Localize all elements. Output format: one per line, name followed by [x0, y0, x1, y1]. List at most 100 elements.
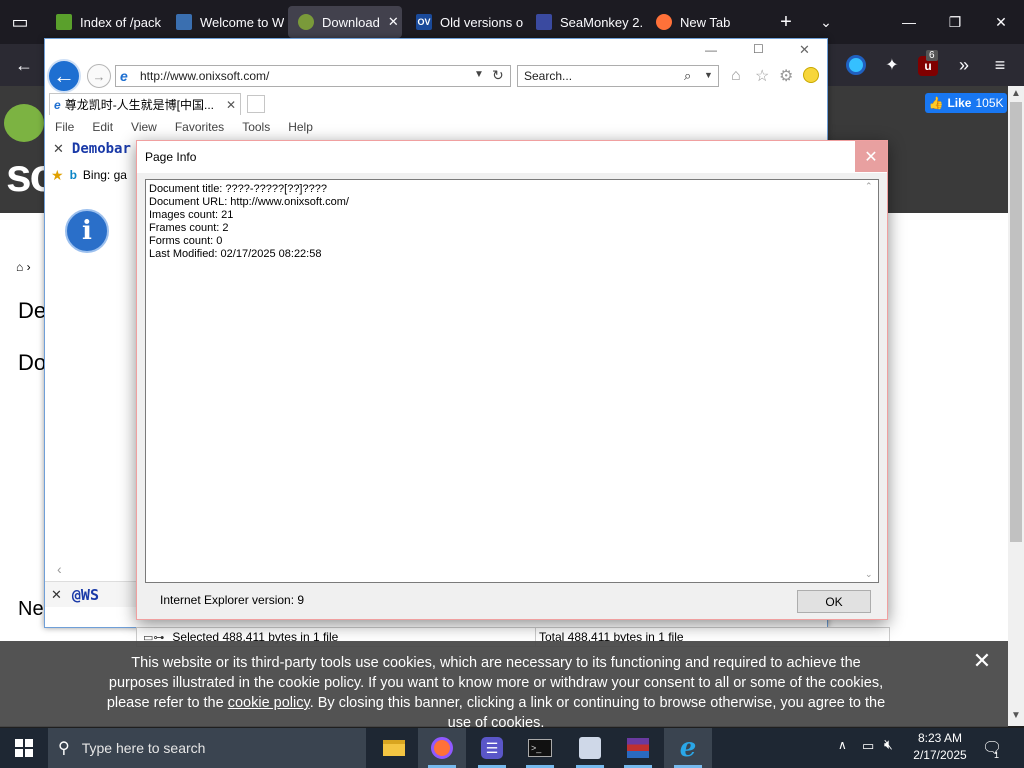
ie-page-icon: e — [120, 68, 128, 84]
taskbar-search-box[interactable]: ⚲ Type here to search — [48, 728, 366, 768]
info-icon: i — [65, 209, 109, 253]
tab-favicon-icon — [536, 14, 552, 30]
taskbar-clock[interactable]: 8:23 AM 2/17/2025 — [900, 730, 980, 766]
tool-taskbar-button[interactable] — [566, 728, 614, 768]
back-arrow-icon[interactable]: ← — [8, 49, 40, 81]
ie-taskbar-button[interactable]: e — [664, 728, 712, 768]
restore-button[interactable]: ❐ — [932, 0, 978, 44]
facebook-like-button[interactable]: 👍 Like 105K — [925, 93, 1007, 113]
ie-minimize-button[interactable]: — — [705, 43, 717, 57]
tab-label: Download — [322, 14, 380, 30]
textbox-scroll-up-icon[interactable]: ⌃ — [865, 180, 873, 193]
bing-logo-icon: b — [69, 168, 77, 182]
bing-label[interactable]: Bing: ga — [83, 168, 127, 182]
menu-help[interactable]: Help — [288, 120, 313, 134]
list-all-tabs-chevron-icon[interactable]: ⌄ — [810, 6, 842, 38]
ie-tab-close-icon[interactable]: ✕ — [226, 98, 236, 112]
tab-seamonkey[interactable]: SeaMonkey 2. — [526, 6, 644, 38]
page-info-dialog: Page Info ✕ Document title: ????-?????[?… — [136, 140, 888, 620]
ie-tab-label: 尊龙凯时-人生就是博[中国... — [64, 98, 215, 112]
scroll-down-arrow-icon[interactable]: ▼ — [1011, 710, 1021, 721]
notification-count: 1 — [994, 750, 1000, 760]
tab-new-tab[interactable]: New Tab — [646, 6, 766, 38]
start-button[interactable] — [0, 728, 48, 768]
cookie-policy-link[interactable]: cookie policy — [228, 695, 310, 711]
dialog-close-button[interactable]: ✕ — [855, 141, 887, 172]
bottom-toolbar-close-icon[interactable]: ✕ — [51, 587, 62, 603]
tab-label: New Tab — [680, 14, 731, 30]
tab-old-versions[interactable]: OV Old versions o — [406, 6, 526, 38]
vpn-extension-icon[interactable] — [846, 55, 866, 75]
ie-scroll-left-icon[interactable]: ‹ — [57, 561, 62, 577]
terminal-taskbar-button[interactable]: >_ — [516, 728, 564, 768]
tab-favicon-icon: OV — [416, 14, 432, 30]
address-dropdown-icon[interactable]: ▼ — [474, 69, 484, 80]
ie-close-button[interactable]: ✕ — [799, 42, 810, 58]
volume-muted-icon[interactable]: 🔇︎ — [884, 736, 893, 753]
tab-index-of[interactable]: Index of /pack — [46, 6, 164, 38]
ie-search-box[interactable]: Search... ⌕ ▼ — [517, 65, 719, 87]
page-info-textbox[interactable]: Document title: ????-?????[??]???? Docum… — [145, 179, 879, 583]
minimize-button[interactable]: — — [886, 0, 932, 44]
ie-address-bar[interactable]: e http://www.onixsoft.com/ ▼ ↻ — [115, 65, 511, 87]
home-icon[interactable]: ⌂ — [731, 67, 741, 85]
clock-date: 2/17/2025 — [913, 748, 967, 762]
scroll-up-arrow-icon[interactable]: ▲ — [1011, 88, 1021, 99]
page-heading-fragment-3: Ne — [18, 598, 46, 624]
demobar-label[interactable]: Demobar — [72, 141, 131, 157]
info-line-frames: Frames count: 2 — [149, 222, 229, 234]
thumbs-up-icon: 👍 — [928, 96, 944, 110]
info-line-url: Document URL: http://www.onixsoft.com/ — [149, 196, 349, 208]
search-icon[interactable]: ⌕ — [684, 68, 691, 84]
menu-tools[interactable]: Tools — [242, 120, 270, 134]
app-taskbar-button[interactable]: ☰ — [468, 728, 516, 768]
tools-gear-icon[interactable]: ⚙ — [779, 66, 793, 86]
tab-favicon-icon — [298, 14, 314, 30]
demobar-close-icon[interactable]: ✕ — [53, 141, 64, 157]
ie-new-tab-button[interactable] — [247, 95, 265, 113]
favorites-add-star-icon[interactable]: ★ — [51, 167, 64, 184]
clock-time: 8:23 AM — [917, 731, 963, 745]
tab-download-active[interactable]: Download ✕ — [288, 6, 402, 38]
notification-center-icon[interactable]: 🗨︎ — [982, 738, 1002, 758]
menu-file[interactable]: File — [55, 120, 74, 134]
cookie-close-icon[interactable]: ✕ — [972, 648, 992, 673]
textbox-scroll-down-icon[interactable]: ⌄ — [865, 568, 873, 581]
extensions-puzzle-icon[interactable]: ✦ — [876, 49, 908, 81]
file-explorer-taskbar-button[interactable] — [370, 728, 418, 768]
ie-back-button[interactable]: ← — [47, 59, 81, 93]
menu-favorites[interactable]: Favorites — [175, 120, 224, 134]
menu-edit[interactable]: Edit — [92, 120, 113, 134]
menu-view[interactable]: View — [131, 120, 157, 134]
tab-overview-icon[interactable]: ▭ — [4, 6, 36, 38]
info-line-forms: Forms count: 0 — [149, 235, 223, 247]
tab-label: Index of /pack — [80, 14, 161, 30]
scrollbar-thumb[interactable] — [1010, 102, 1022, 542]
overflow-chevrons-icon[interactable]: » — [948, 49, 980, 81]
refresh-icon[interactable]: ↻ — [492, 67, 504, 84]
search-dropdown-icon[interactable]: ▼ — [704, 70, 713, 80]
ok-button[interactable]: OK — [797, 590, 871, 613]
tab-welcome[interactable]: Welcome to W — [166, 6, 284, 38]
home-breadcrumb-icon[interactable]: ⌂ › — [16, 260, 31, 274]
smiley-feedback-icon[interactable] — [803, 67, 819, 83]
new-tab-button[interactable]: + — [770, 6, 802, 38]
dialog-title: Page Info — [145, 150, 197, 164]
firefox-taskbar-button[interactable] — [418, 728, 466, 768]
cookie-banner: This website or its third-party tools us… — [0, 641, 1008, 731]
network-icon[interactable]: ▭ — [862, 738, 874, 754]
favorites-star-icon[interactable]: ☆ — [755, 66, 769, 86]
textbox-scrollbar[interactable]: ⌃ ⌄ — [862, 180, 878, 582]
hamburger-menu-icon[interactable]: ≡ — [984, 49, 1016, 81]
ie-tab[interactable]: e 尊龙凯时-人生就是博[中国... ✕ — [49, 93, 241, 115]
page-scrollbar[interactable]: ▲ ▼ — [1008, 86, 1024, 726]
close-window-button[interactable]: ✕ — [978, 0, 1024, 44]
info-line-images: Images count: 21 — [149, 209, 234, 221]
tray-chevron-icon[interactable]: ∧ — [838, 738, 847, 752]
archive-taskbar-button[interactable] — [614, 728, 662, 768]
ie-forward-button[interactable]: → — [87, 64, 111, 88]
ie-maximize-button[interactable]: ☐ — [753, 42, 764, 56]
bottom-toolbar-label[interactable]: @WS — [72, 586, 99, 604]
close-tab-icon[interactable]: ✕ — [388, 14, 399, 30]
ie-version-label: Internet Explorer version: 9 — [160, 593, 305, 607]
